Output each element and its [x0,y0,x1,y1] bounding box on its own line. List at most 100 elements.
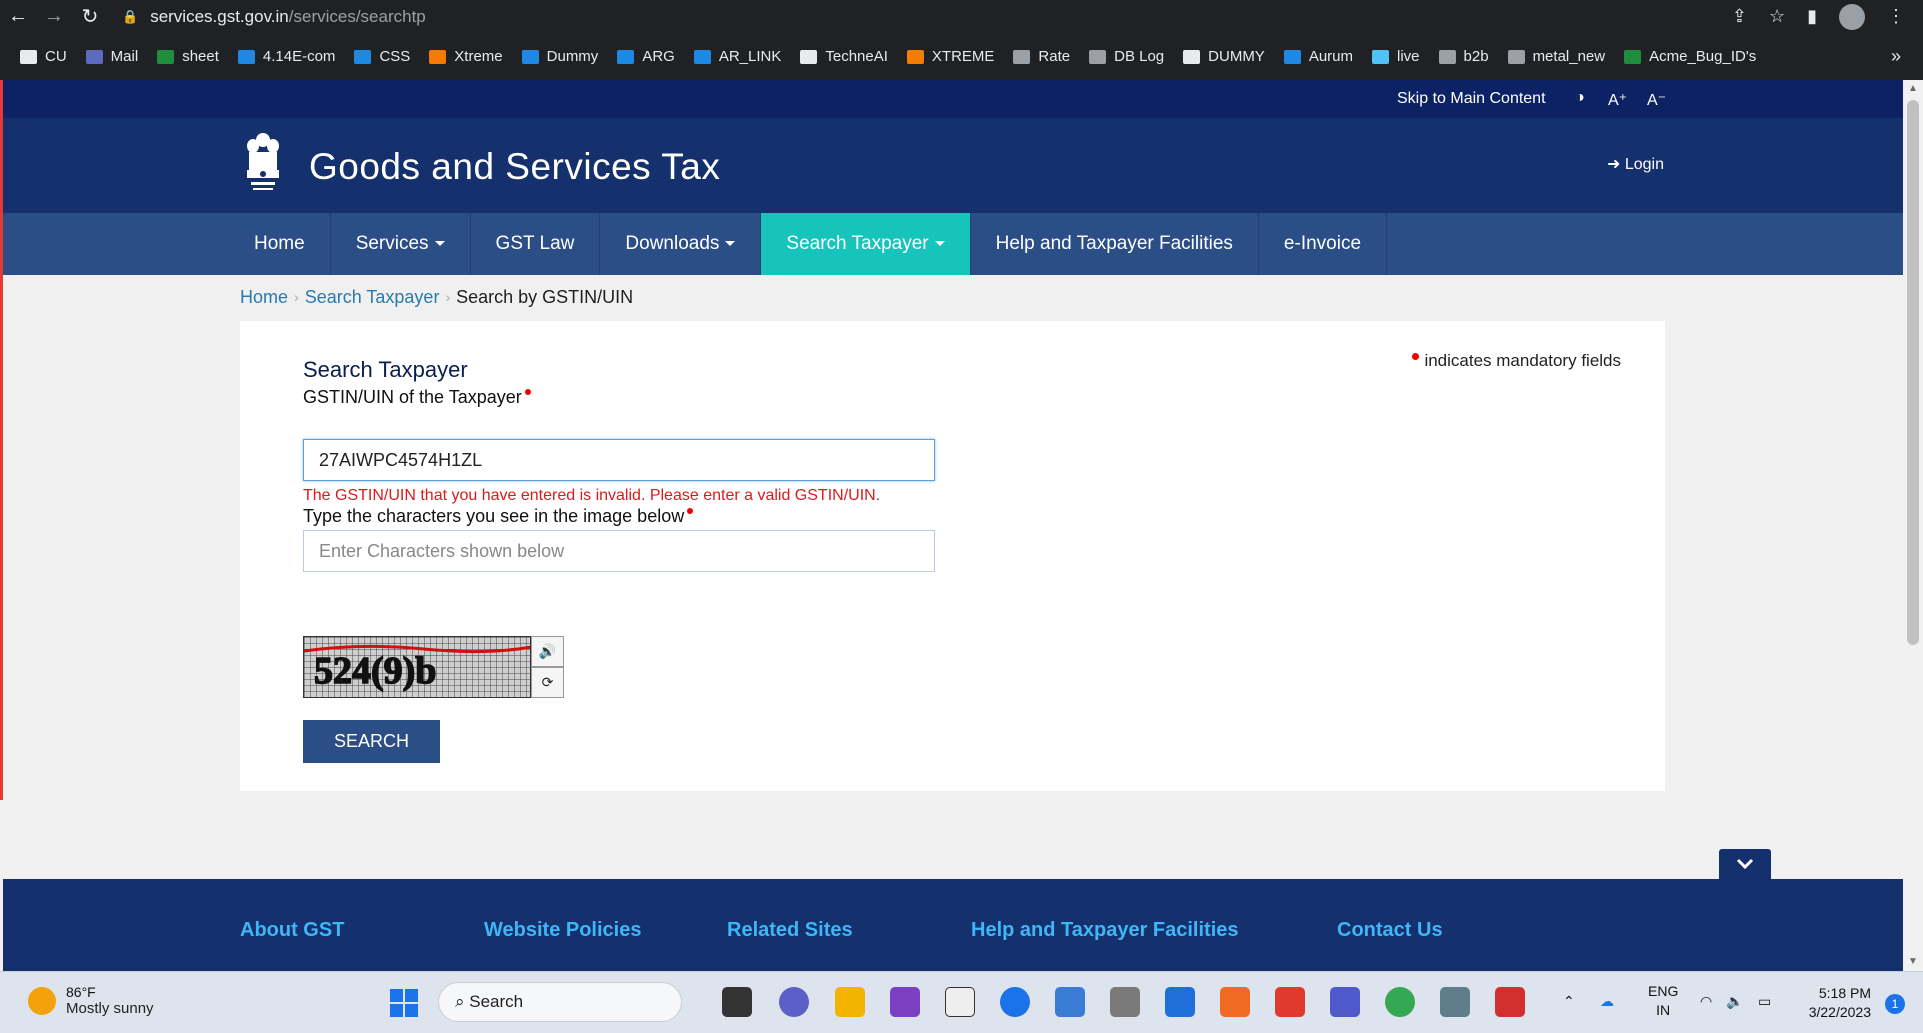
bookmark-item[interactable]: ARG [617,48,675,65]
breadcrumb-home[interactable]: Home [240,287,288,308]
bookmark-label: XTREME [931,48,995,65]
back-icon[interactable]: ← [0,5,36,28]
taskbar-search[interactable]: ⌕ Search [438,982,682,1022]
arrow-app-icon[interactable] [1165,987,1195,1017]
search-icon: ⌕ [455,992,465,1011]
wifi-icon[interactable]: ◠ [1700,992,1712,1011]
skype-icon[interactable] [1000,987,1030,1017]
audio-captcha-button[interactable]: 🔊 [531,636,564,667]
calculator-icon[interactable] [1440,987,1470,1017]
speaker-icon: 🔊 [538,643,557,659]
nav-downloads[interactable]: Downloads [600,213,762,275]
scroll-toggle[interactable] [1719,849,1771,879]
bookmark-item[interactable]: XTREME [906,48,995,65]
teams-icon[interactable] [1330,987,1360,1017]
weather-widget[interactable]: 86°F Mostly sunny [28,984,154,1017]
star-icon[interactable]: ☆ [1769,6,1785,27]
scroll-down-icon[interactable]: ▼ [1908,956,1918,967]
remote-desktop-icon[interactable] [1055,987,1085,1017]
bookmark-item[interactable]: DB Log [1089,48,1164,65]
font-decrease-button[interactable]: A⁻ [1647,90,1666,110]
xampp-icon[interactable] [1220,987,1250,1017]
battery-icon[interactable]: ▭ [1758,992,1771,1011]
vnc-icon[interactable] [945,987,975,1017]
nav-help[interactable]: Help and Taxpayer Facilities [971,213,1259,275]
share-icon[interactable]: ⇪ [1732,6,1747,27]
required-dot-icon [524,389,531,395]
task-view-icon[interactable] [722,987,752,1017]
sidepanel-icon[interactable]: ▮ [1807,6,1817,27]
address-bar[interactable]: 🔒 services.gst.gov.in/services/searchtp [122,7,426,27]
menu-icon[interactable]: ⋮ [1887,6,1905,27]
nav-search-taxpayer[interactable]: Search Taxpayer [761,213,971,275]
language-code: ENG [1648,983,1679,999]
forward-icon[interactable]: → [36,5,72,28]
bookmark-item[interactable]: AR_LINK [693,48,781,65]
volume-icon[interactable]: 🔈 [1726,992,1743,1011]
required-dot-icon [1412,353,1420,360]
bookmark-item[interactable]: CSS [354,48,410,65]
footer-related-sites[interactable]: Related Sites [727,919,853,942]
footer-about-gst[interactable]: About GST [240,919,344,942]
bookmark-item[interactable]: 4.14E-com [237,48,335,65]
bookmark-item[interactable]: CU [20,48,67,65]
bookmarks-more-icon[interactable]: » [1891,46,1901,67]
footer-help[interactable]: Help and Taxpayer Facilities [971,919,1239,942]
nav-services[interactable]: Services [331,213,471,275]
scroll-up-icon[interactable]: ▲ [1908,83,1918,94]
visual-studio-icon[interactable] [890,987,920,1017]
bookmark-item[interactable]: Acme_Bug_ID's [1624,48,1756,65]
windows-start-icon[interactable] [390,989,418,1017]
main-nav: Home Services GST Law Downloads Search T… [3,213,1903,275]
bookmark-favicon-icon [906,49,924,64]
language-indicator[interactable]: ENG IN [1648,982,1678,1020]
anydesk-icon[interactable] [1275,987,1305,1017]
bookmark-item[interactable]: live [1372,48,1420,65]
gstin-input[interactable] [303,439,935,481]
bookmark-item[interactable]: Rate [1013,48,1070,65]
wps-office-icon[interactable] [1495,987,1525,1017]
file-explorer-icon[interactable] [835,987,865,1017]
notification-badge[interactable]: 1 [1885,994,1905,1014]
bookmark-item[interactable]: sheet [157,48,219,65]
font-increase-button[interactable]: A⁺ [1608,90,1627,110]
bookmark-label: Rate [1038,48,1071,65]
bookmark-item[interactable]: Aurum [1283,48,1353,65]
bookmark-item[interactable]: Mail [85,48,138,65]
taskbar: 86°F Mostly sunny ⌕ Search ⌃ ☁ ENG IN ◠ … [0,971,1923,1033]
clock[interactable]: 5:18 PM 3/22/2023 [1809,984,1871,1022]
bookmark-item[interactable]: b2b [1438,48,1489,65]
breadcrumb-search-taxpayer[interactable]: Search Taxpayer [305,287,440,308]
tray-chevron-up-icon[interactable]: ⌃ [1563,992,1575,1011]
footer-contact-us[interactable]: Contact Us [1337,919,1443,942]
captcha-input[interactable] [303,530,935,572]
site-title[interactable]: Goods and Services Tax [309,146,720,188]
skip-to-main-link[interactable]: Skip to Main Content [1397,90,1546,108]
page-scrollbar[interactable]: ▲ ▼ [1903,80,1923,971]
caret-down-icon [434,241,445,247]
reload-icon[interactable]: ↻ [72,4,108,29]
profile-avatar[interactable] [1839,3,1865,30]
footer-website-policies[interactable]: Website Policies [484,919,641,942]
search-button[interactable]: SEARCH [303,720,440,763]
chat-icon[interactable] [779,987,809,1017]
nav-gst-law[interactable]: GST Law [471,213,601,275]
bookmark-label: Xtreme [454,48,503,65]
nav-home[interactable]: Home [229,213,331,275]
bookmark-item[interactable]: TechneAI [800,48,888,65]
url-host: services.gst.gov.in [150,6,289,26]
device-manager-icon[interactable] [1110,987,1140,1017]
login-link[interactable]: ➜ Login [1607,154,1664,174]
contrast-icon[interactable]: ◑ [1575,89,1585,107]
bookmark-item[interactable]: Dummy [521,48,598,65]
bookmark-item[interactable]: metal_new [1507,48,1605,65]
refresh-captcha-button[interactable]: ⟳ [531,667,564,698]
onedrive-icon[interactable]: ☁ [1600,992,1614,1011]
scroll-thumb[interactable] [1907,100,1919,645]
nav-e-invoice[interactable]: e-Invoice [1259,213,1388,275]
bookmark-favicon-icon [429,49,447,64]
bookmark-item[interactable]: Xtreme [429,48,503,65]
bookmark-item[interactable]: DUMMY [1183,48,1265,65]
chrome-icon[interactable] [1385,987,1415,1017]
caret-down-icon [725,241,736,247]
